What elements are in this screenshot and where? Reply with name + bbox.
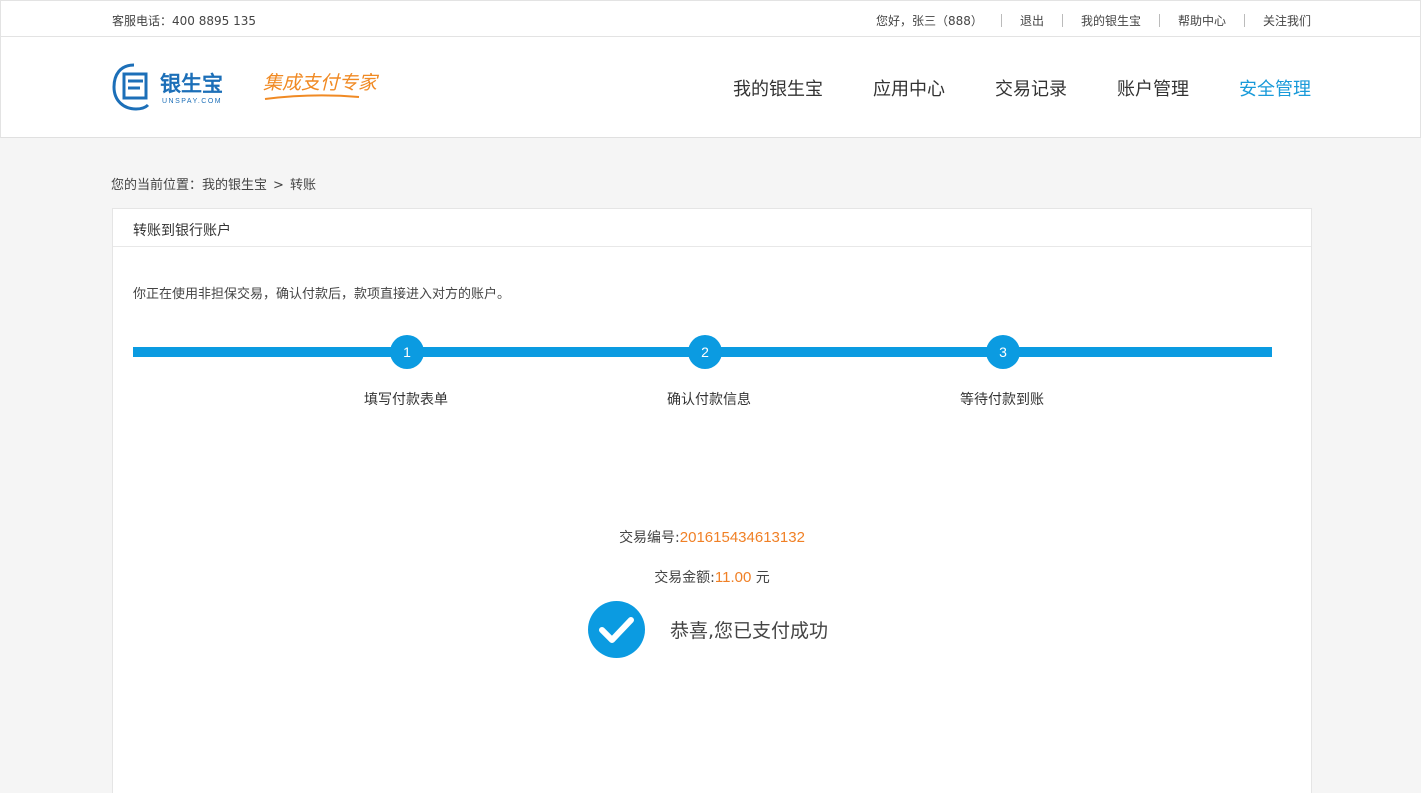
- divider: [1061, 14, 1063, 27]
- trade-amount-unit: 元: [755, 570, 770, 586]
- trade-number-row: 交易编号:201615434613132: [113, 527, 1311, 547]
- breadcrumb-current: 转账: [289, 178, 316, 193]
- trade-number-label: 交易编号:: [619, 530, 680, 546]
- logo-subtext: UNSPAY.COM: [162, 98, 222, 105]
- breadcrumb-my-account[interactable]: 我的银生宝: [202, 178, 267, 193]
- transfer-panel: 转账到银行账户 你正在使用非担保交易，确认付款后，款项直接进入对方的账户。 1 …: [112, 208, 1312, 793]
- divider: [1000, 14, 1002, 27]
- breadcrumb-separator: >: [273, 178, 284, 193]
- step-2-label: 确认付款信息: [667, 392, 751, 408]
- trade-amount-row: 交易金额:11.00 元: [113, 567, 1311, 587]
- nav-account-management[interactable]: 账户管理: [1117, 75, 1189, 101]
- top-links: 您好，张三（888） 退出 我的银生宝 帮助中心 关注我们: [876, 12, 1311, 29]
- nav-my-account[interactable]: 我的银生宝: [733, 75, 823, 101]
- main-header: 银生宝 UNSPAY.COM 集成支付专家 我的银生宝 应用中心 交易记录 账户…: [0, 37, 1421, 138]
- service-hotline: 客服电话：400 8895 135: [112, 14, 256, 28]
- transaction-notice: 你正在使用非担保交易，确认付款后，款项直接进入对方的账户。: [133, 287, 511, 302]
- top-utility-bar: 客服电话：400 8895 135 您好，张三（888） 退出 我的银生宝 帮助…: [0, 0, 1421, 37]
- trade-amount-label: 交易金额:: [654, 570, 715, 586]
- step-1-dot: 1: [390, 335, 424, 369]
- divider: [1243, 14, 1245, 27]
- step-3-dot: 3: [986, 335, 1020, 369]
- success-message: 恭喜,您已支付成功: [670, 620, 829, 642]
- step-1-label: 填写付款表单: [364, 392, 448, 408]
- logo-text: 银生宝: [160, 72, 223, 96]
- nav-security-management[interactable]: 安全管理: [1239, 75, 1311, 101]
- trade-amount-value: 11.00: [714, 569, 752, 586]
- logout-link[interactable]: 退出: [1020, 12, 1044, 29]
- divider: [1158, 14, 1160, 27]
- user-greeting: 您好，张三（888）: [876, 14, 983, 28]
- nav-app-center[interactable]: 应用中心: [873, 75, 945, 101]
- nav-transactions[interactable]: 交易记录: [995, 75, 1067, 101]
- slogan-text: 集成支付专家: [263, 72, 380, 94]
- breadcrumb-prefix: 您的当前位置：: [111, 178, 203, 193]
- step-3-label: 等待付款到账: [960, 392, 1044, 408]
- main-nav: 我的银生宝 应用中心 交易记录 账户管理 安全管理: [683, 75, 1311, 101]
- step-2-dot: 2: [688, 335, 722, 369]
- unspay-logo[interactable]: 银生宝 UNSPAY.COM: [112, 61, 237, 113]
- slogan-graphic: 集成支付专家: [263, 72, 380, 100]
- panel-title: 转账到银行账户: [113, 209, 1311, 247]
- breadcrumb: 您的当前位置：我的银生宝 > 转账: [111, 174, 316, 193]
- success-check-icon: [588, 601, 645, 658]
- follow-us-link[interactable]: 关注我们: [1263, 12, 1311, 29]
- trade-number-value: 201615434613132: [679, 529, 805, 546]
- my-account-link[interactable]: 我的银生宝: [1081, 12, 1141, 29]
- help-center-link[interactable]: 帮助中心: [1178, 12, 1226, 29]
